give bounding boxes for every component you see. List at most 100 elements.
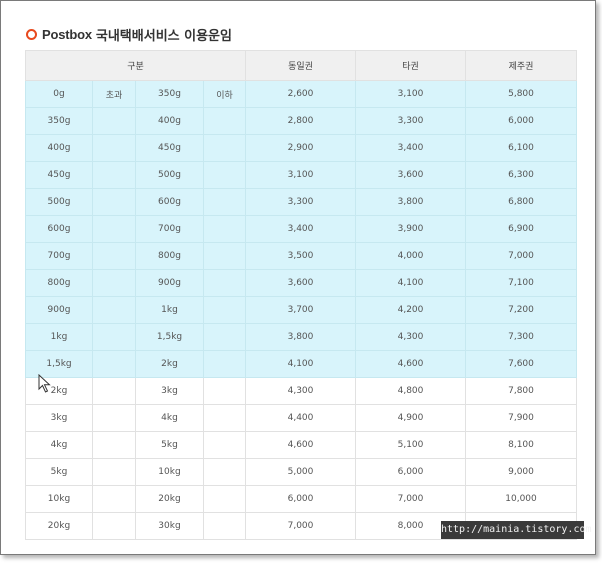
cell-over-label xyxy=(92,485,136,513)
cell-weight-from: 350g xyxy=(25,107,93,135)
cell-over-label xyxy=(92,296,136,324)
cell-jeju-price: 7,800 xyxy=(465,377,577,405)
cell-over-label xyxy=(92,107,136,135)
mouse-cursor-icon xyxy=(38,374,51,393)
table-row: 350g 400g 2,800 3,300 6,000 xyxy=(25,107,577,135)
cell-under-label xyxy=(203,215,246,243)
cell-jeju-price: 6,800 xyxy=(465,188,577,216)
cell-jeju-price: 5,800 xyxy=(465,80,577,108)
cell-weight-to: 600g xyxy=(135,188,204,216)
table-row: 1kg 1,5kg 3,800 4,300 7,300 xyxy=(25,323,577,351)
cell-over-label xyxy=(92,323,136,351)
cell-weight-to: 3kg xyxy=(135,377,204,405)
cell-over-label xyxy=(92,161,136,189)
cell-weight-from: 900g xyxy=(25,296,93,324)
cell-under-label xyxy=(203,404,246,432)
cell-same-region-price: 6,000 xyxy=(245,485,356,513)
cell-under-label xyxy=(203,161,246,189)
table-row: 5kg 10kg 5,000 6,000 9,000 xyxy=(25,458,577,486)
cell-jeju-price: 6,300 xyxy=(465,161,577,189)
cell-jeju-price: 6,900 xyxy=(465,215,577,243)
cell-under-label xyxy=(203,107,246,135)
cell-under-label xyxy=(203,350,246,378)
table-row: 600g 700g 3,400 3,900 6,900 xyxy=(25,215,577,243)
cell-weight-to: 900g xyxy=(135,269,204,297)
shipping-rate-table: 구분 동일권 타권 제주권 0g 초과 350g 이하 2,600 3,100 5,800 3… xyxy=(25,50,577,540)
cell-weight-to: 2kg xyxy=(135,350,204,378)
cell-weight-from: 3kg xyxy=(25,404,93,432)
cell-same-region-price: 4,100 xyxy=(245,350,356,378)
table-row: 3kg 4kg 4,400 4,900 7,900 xyxy=(25,404,577,432)
cell-under-label xyxy=(203,296,246,324)
cell-other-region-price: 3,400 xyxy=(355,134,466,162)
cell-same-region-price: 3,800 xyxy=(245,323,356,351)
cell-jeju-price: 7,100 xyxy=(465,269,577,297)
cell-same-region-price: 4,600 xyxy=(245,431,356,459)
cell-weight-to: 10kg xyxy=(135,458,204,486)
cell-same-region-price: 4,400 xyxy=(245,404,356,432)
cell-same-region-price: 4,300 xyxy=(245,377,356,405)
cell-weight-to: 1kg xyxy=(135,296,204,324)
cell-weight-from: 20kg xyxy=(25,512,93,540)
cell-weight-from: 700g xyxy=(25,242,93,270)
cell-over-label xyxy=(92,269,136,297)
cell-weight-to: 400g xyxy=(135,107,204,135)
cell-same-region-price: 2,600 xyxy=(245,80,356,108)
title-text: 국내택배서비스 이용운임 xyxy=(95,29,232,44)
cell-jeju-price: 7,300 xyxy=(465,323,577,351)
cell-same-region-price: 3,100 xyxy=(245,161,356,189)
cell-weight-from: 5kg xyxy=(25,458,93,486)
cell-weight-from: 450g xyxy=(25,161,93,189)
header-other-region: 타권 xyxy=(355,50,466,81)
cell-weight-to: 30kg xyxy=(135,512,204,540)
cell-under-label xyxy=(203,512,246,540)
cell-jeju-price: 7,200 xyxy=(465,296,577,324)
cell-other-region-price: 3,300 xyxy=(355,107,466,135)
cell-weight-to: 350g xyxy=(135,80,204,108)
cell-other-region-price: 4,100 xyxy=(355,269,466,297)
cell-other-region-price: 4,900 xyxy=(355,404,466,432)
cell-same-region-price: 3,400 xyxy=(245,215,356,243)
section-title: Postbox 국내택배서비스 이용운임 xyxy=(26,25,232,44)
cell-under-label xyxy=(203,134,246,162)
cell-under-label xyxy=(203,485,246,513)
table-row: 900g 1kg 3,700 4,200 7,200 xyxy=(25,296,577,324)
cell-other-region-price: 4,000 xyxy=(355,242,466,270)
table-row: 1,5kg 2kg 4,100 4,600 7,600 xyxy=(25,350,577,378)
cell-under-label xyxy=(203,458,246,486)
cell-over-label xyxy=(92,377,136,405)
cell-jeju-price: 7,900 xyxy=(465,404,577,432)
cell-weight-to: 450g xyxy=(135,134,204,162)
table-body: 0g 초과 350g 이하 2,600 3,100 5,800 350g 400g 2,800 3,… xyxy=(25,80,577,540)
cell-jeju-price: 6,100 xyxy=(465,134,577,162)
cell-other-region-price: 4,200 xyxy=(355,296,466,324)
table-row: 400g 450g 2,900 3,400 6,100 xyxy=(25,134,577,162)
table-row: 0g 초과 350g 이하 2,600 3,100 5,800 xyxy=(25,80,577,108)
cell-over-label xyxy=(92,188,136,216)
cell-over-label xyxy=(92,512,136,540)
cell-other-region-price: 3,900 xyxy=(355,215,466,243)
table-row: 500g 600g 3,300 3,800 6,800 xyxy=(25,188,577,216)
table-row: 2kg 3kg 4,300 4,800 7,800 xyxy=(25,377,577,405)
cell-weight-from: 400g xyxy=(25,134,93,162)
cell-over-label xyxy=(92,458,136,486)
table-row: 450g 500g 3,100 3,600 6,300 xyxy=(25,161,577,189)
cell-other-region-price: 7,000 xyxy=(355,485,466,513)
cell-other-region-price: 3,100 xyxy=(355,80,466,108)
cell-under-label xyxy=(203,323,246,351)
table-row: 800g 900g 3,600 4,100 7,100 xyxy=(25,269,577,297)
cell-jeju-price: 7,600 xyxy=(465,350,577,378)
cell-over-label xyxy=(92,215,136,243)
cell-weight-to: 1,5kg xyxy=(135,323,204,351)
cell-other-region-price: 4,600 xyxy=(355,350,466,378)
cell-weight-to: 4kg xyxy=(135,404,204,432)
cell-over-label xyxy=(92,350,136,378)
cell-same-region-price: 2,900 xyxy=(245,134,356,162)
cell-under-label: 이하 xyxy=(203,80,246,108)
cell-jeju-price: 6,000 xyxy=(465,107,577,135)
cell-same-region-price: 2,800 xyxy=(245,107,356,135)
table-row: 700g 800g 3,500 4,000 7,000 xyxy=(25,242,577,270)
cell-weight-from: 0g xyxy=(25,80,93,108)
cell-weight-to: 5kg xyxy=(135,431,204,459)
cell-jeju-price: 7,000 xyxy=(465,242,577,270)
